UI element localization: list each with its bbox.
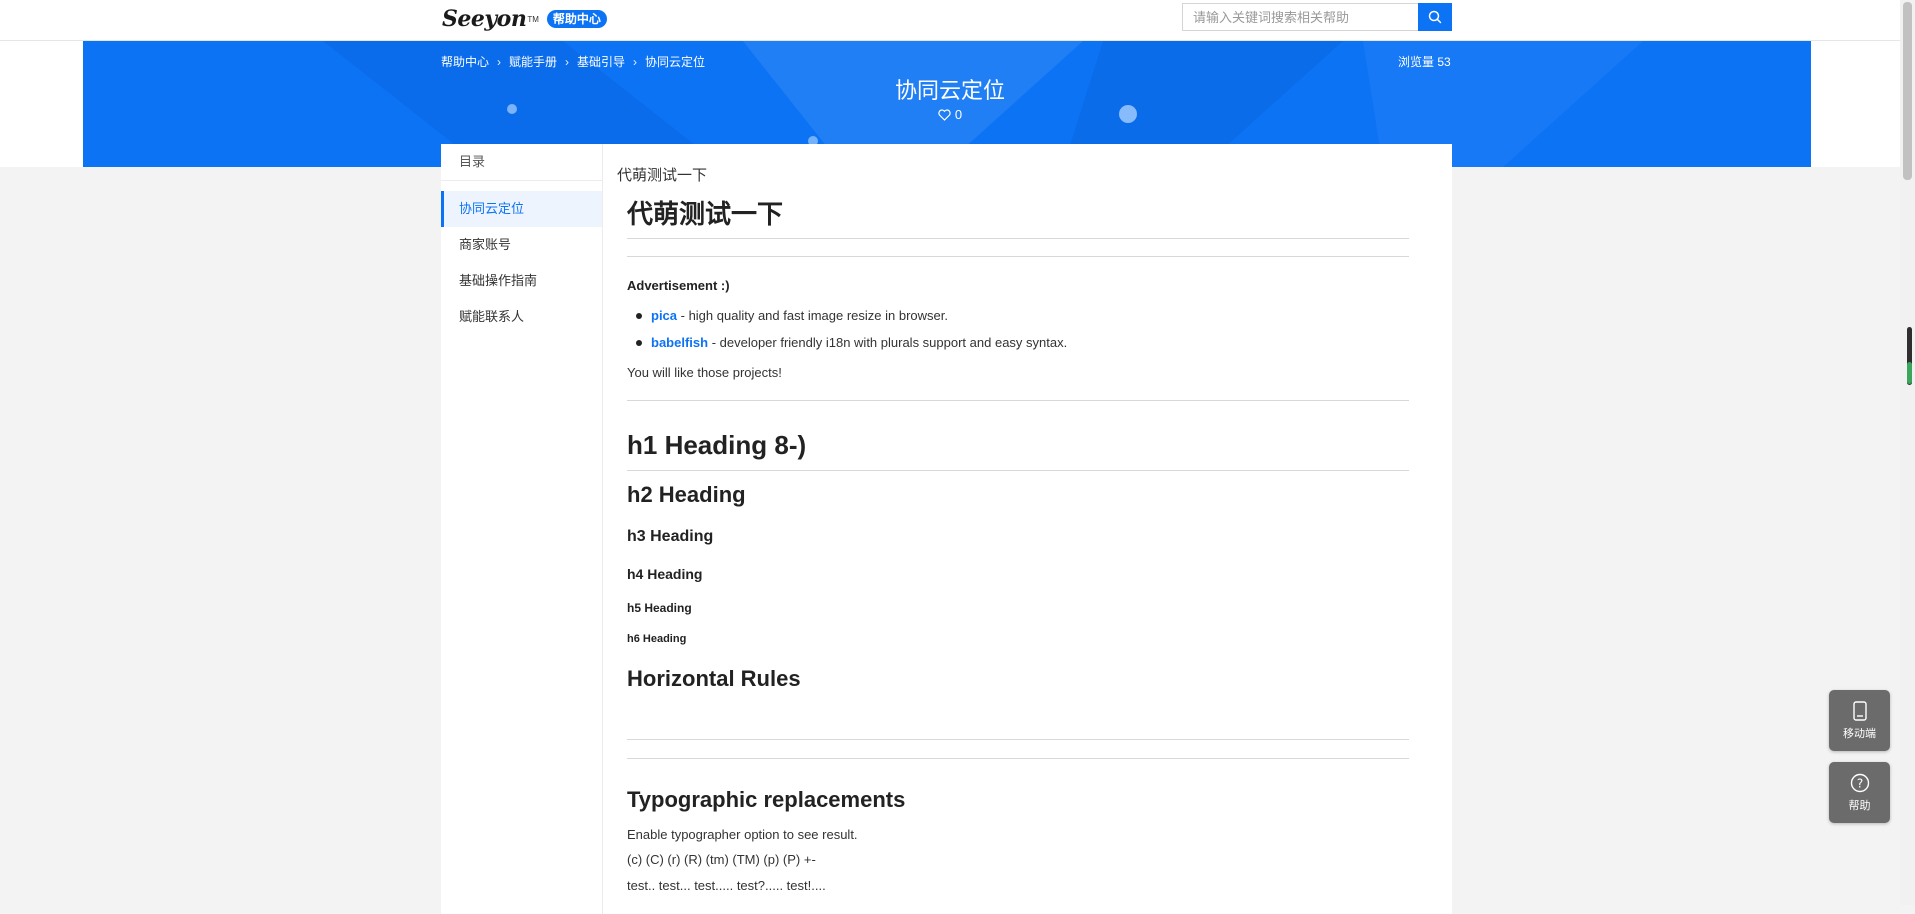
view-count: 浏览量 53 (1398, 55, 1451, 69)
svg-text:?: ? (1856, 776, 1862, 790)
chevron-right-icon: › (633, 54, 638, 69)
h1-heading: h1 Heading 8-) (627, 430, 807, 460)
question-icon: ? (1850, 773, 1869, 792)
help-center-badge: 帮助中心 (546, 10, 607, 28)
list-item-text: - high quality and fast image resize in … (677, 308, 948, 323)
typographic-line: test.. test... test..... test?..... test… (627, 878, 826, 893)
breadcrumb-current[interactable]: 协同云定位 (645, 53, 705, 70)
page-title: 协同云定位 (894, 78, 1005, 103)
list-item-text: - developer friendly i18n with plurals s… (708, 335, 1068, 350)
like-button[interactable]: 0 (0, 107, 1900, 122)
search-icon (1428, 10, 1442, 24)
mobile-label: 移动端 (1843, 727, 1876, 740)
like-count: 0 (954, 107, 963, 122)
logo-text: Seeyon (442, 6, 527, 32)
typographic-text: Enable typographer option to see result. (627, 827, 858, 842)
babelfish-link[interactable]: babelfish (651, 335, 708, 350)
help-button[interactable]: ? 帮助 (1829, 762, 1890, 823)
scrollbar-thumb[interactable] (1903, 2, 1912, 180)
mobile-button[interactable]: 移动端 (1829, 690, 1890, 751)
hr-divider (627, 739, 1409, 740)
breadcrumb-guide[interactable]: 基础引导 (577, 53, 625, 70)
help-label: 帮助 (1848, 799, 1871, 812)
ad-title: Advertisement :) (627, 278, 730, 293)
heart-icon (938, 108, 951, 121)
content-card: 目录 协同云定位 商家账号 基础操作指南 赋能联系人 代萌测试一下 代萌测试一下… (441, 144, 1452, 914)
search-button[interactable] (1418, 3, 1452, 31)
h5-heading: h5 Heading (627, 601, 692, 615)
h3-heading: h3 Heading (627, 528, 714, 545)
top-header: Seeyon TM 帮助中心 (0, 0, 1900, 41)
breadcrumb-help-center[interactable]: 帮助中心 (441, 53, 489, 70)
toc-item-contact[interactable]: 赋能联系人 (441, 299, 602, 335)
progress-indicator-fill (1907, 362, 1912, 384)
h4-heading: h4 Heading (627, 566, 703, 582)
toc-item-locate[interactable]: 协同云定位 (441, 191, 602, 227)
h6-heading: h6 Heading (627, 633, 687, 645)
pica-link[interactable]: pica (651, 308, 677, 323)
horizontal-rules-heading: Horizontal Rules (627, 666, 801, 691)
chevron-right-icon: › (565, 54, 570, 69)
h1-underline (627, 238, 1409, 239)
toc-title: 目录 (441, 144, 602, 181)
table-of-contents: 目录 协同云定位 商家账号 基础操作指南 赋能联系人 (441, 144, 603, 914)
h2-heading: h2 Heading (627, 482, 746, 507)
hr-divider (627, 758, 1409, 759)
hr-divider (627, 256, 1409, 257)
doc-title: 代萌测试一下 (617, 167, 708, 184)
toc-item-basic-guide[interactable]: 基础操作指南 (441, 263, 602, 299)
list-item: babelfish - developer friendly i18n with… (636, 335, 1067, 350)
typographic-heading: Typographic replacements (627, 787, 906, 812)
article-h1: 代萌测试一下 (627, 199, 784, 229)
h1-underline (627, 470, 1409, 471)
toc-item-merchant[interactable]: 商家账号 (441, 227, 602, 263)
breadcrumb: 帮助中心 › 赋能手册 › 基础引导 › 协同云定位 (441, 53, 705, 70)
breadcrumb-manual[interactable]: 赋能手册 (509, 53, 557, 70)
chevron-right-icon: › (497, 54, 502, 69)
search-input[interactable] (1182, 3, 1419, 31)
like-text: You will like those projects! (627, 365, 782, 380)
tablet-icon (1852, 700, 1867, 721)
logo-trademark: TM (527, 14, 539, 24)
seeyon-logo[interactable]: Seeyon TM 帮助中心 (442, 6, 607, 32)
list-item: pica - high quality and fast image resiz… (636, 308, 948, 323)
bullet-icon (636, 312, 642, 319)
bullet-icon (636, 339, 642, 346)
hr-divider (627, 400, 1409, 401)
typographic-line: (c) (C) (r) (R) (tm) (TM) (p) (P) +- (627, 852, 816, 867)
